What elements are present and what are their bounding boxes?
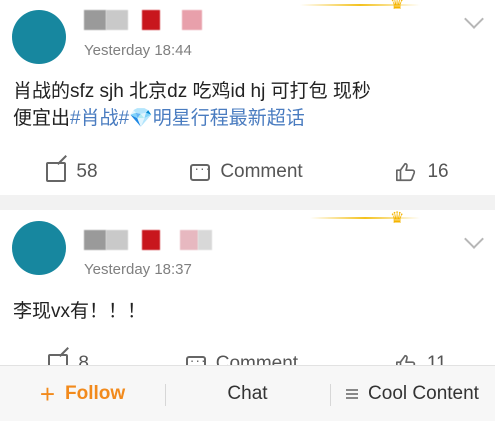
share-button[interactable]: 58 — [46, 161, 98, 183]
username[interactable] — [84, 10, 202, 30]
post-text: 李现vx有！！！ — [13, 301, 147, 322]
bottom-bar: + Follow Chat Cool Content — [0, 365, 495, 421]
share-button[interactable]: 8 — [48, 353, 89, 365]
cool-content-label: Cool Content — [368, 382, 479, 404]
comment-icon — [185, 352, 207, 365]
comment-button[interactable]: Comment — [190, 160, 303, 183]
blurred-name — [182, 10, 202, 30]
username[interactable] — [84, 230, 212, 250]
like-button[interactable]: 11 — [395, 353, 447, 365]
like-count: 16 — [427, 161, 449, 182]
post-time: Yesterday 18:37 — [84, 261, 192, 278]
post-time: Yesterday 18:44 — [84, 42, 192, 59]
comment-label: Comment — [215, 353, 299, 365]
blurred-name — [84, 10, 106, 30]
blurred-name — [106, 10, 128, 30]
menu-lines-icon — [346, 388, 359, 399]
crown-icon: ♛ — [390, 210, 405, 227]
blurred-name — [142, 10, 160, 30]
share-count: 58 — [76, 161, 98, 182]
post-text-prefix: 便宜出 — [13, 108, 71, 129]
comment-label: Comment — [220, 161, 303, 182]
share-count: 8 — [78, 353, 89, 365]
chat-label: Chat — [227, 382, 268, 404]
chevron-down-icon[interactable] — [464, 229, 484, 249]
blurred-name — [142, 230, 160, 250]
share-icon — [46, 162, 67, 182]
comment-button[interactable]: Comment — [185, 352, 299, 365]
post-text-line: 便宜出#肖战#💎明星行程最新超话 — [13, 105, 482, 132]
follow-button[interactable]: + Follow — [0, 366, 165, 421]
cool-content-button[interactable]: Cool Content — [330, 366, 495, 421]
avatar[interactable] — [12, 10, 66, 64]
like-count: 11 — [426, 353, 447, 365]
like-icon — [396, 162, 416, 182]
blurred-name — [84, 230, 106, 250]
follow-label: Follow — [65, 382, 126, 404]
topic-tag[interactable]: #肖战#💎明星行程最新超话 — [70, 108, 305, 129]
plus-icon: + — [39, 378, 56, 409]
share-icon — [48, 354, 69, 365]
avatar[interactable] — [12, 221, 66, 275]
post-card: ♛ Yesterday 18:37 李现vx有！！！ 8 Comment 11 — [0, 210, 495, 365]
post-card: ♛ Yesterday 18:44 肖战的sfz sjh 北京dz 吃鸡id h… — [0, 0, 495, 195]
blurred-name — [180, 230, 198, 250]
crown-icon: ♛ — [390, 0, 405, 13]
blurred-name — [106, 230, 128, 250]
post-actions: 58 Comment 16 — [0, 155, 495, 189]
like-icon — [395, 354, 416, 365]
chat-button[interactable]: Chat — [165, 366, 330, 421]
like-button[interactable]: 16 — [395, 161, 449, 183]
post-text-line: 肖战的sfz sjh 北京dz 吃鸡id hj 可打包 现秒 — [13, 81, 371, 102]
comment-icon — [190, 160, 211, 181]
chevron-down-icon[interactable] — [464, 9, 484, 29]
post-actions: 8 Comment 11 — [0, 347, 495, 365]
blurred-name — [198, 230, 212, 250]
post-text: 肖战的sfz sjh 北京dz 吃鸡id hj 可打包 现秒 便宜出#肖战#💎明… — [13, 78, 482, 132]
